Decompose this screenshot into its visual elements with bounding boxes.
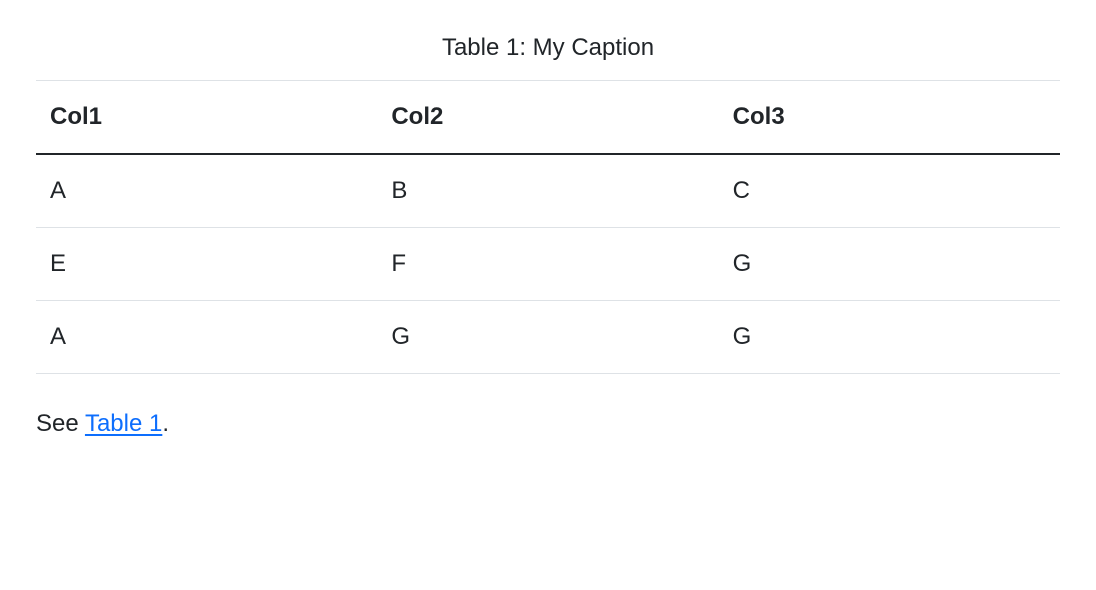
reference-paragraph: See Table 1.: [36, 406, 1060, 442]
col-header: Col1: [36, 81, 377, 155]
table-reference-link[interactable]: Table 1: [85, 410, 162, 437]
table-row: A G G: [36, 301, 1060, 374]
table-caption: Table 1: My Caption: [36, 30, 1060, 80]
table-cell: G: [719, 301, 1060, 374]
table-cell: G: [719, 228, 1060, 301]
table-cell: A: [36, 301, 377, 374]
table-row: A B C: [36, 154, 1060, 228]
table-container: Table 1: My Caption Col1 Col2 Col3 A B C…: [36, 30, 1060, 374]
table-cell: B: [377, 154, 718, 228]
table-cell: G: [377, 301, 718, 374]
reference-prefix: See: [36, 410, 85, 437]
data-table: Col1 Col2 Col3 A B C E F G A G G: [36, 80, 1060, 374]
col-header: Col3: [719, 81, 1060, 155]
table-cell: F: [377, 228, 718, 301]
table-row: E F G: [36, 228, 1060, 301]
table-cell: A: [36, 154, 377, 228]
table-cell: E: [36, 228, 377, 301]
table-header-row: Col1 Col2 Col3: [36, 81, 1060, 155]
col-header: Col2: [377, 81, 718, 155]
table-cell: C: [719, 154, 1060, 228]
reference-suffix: .: [162, 410, 169, 437]
